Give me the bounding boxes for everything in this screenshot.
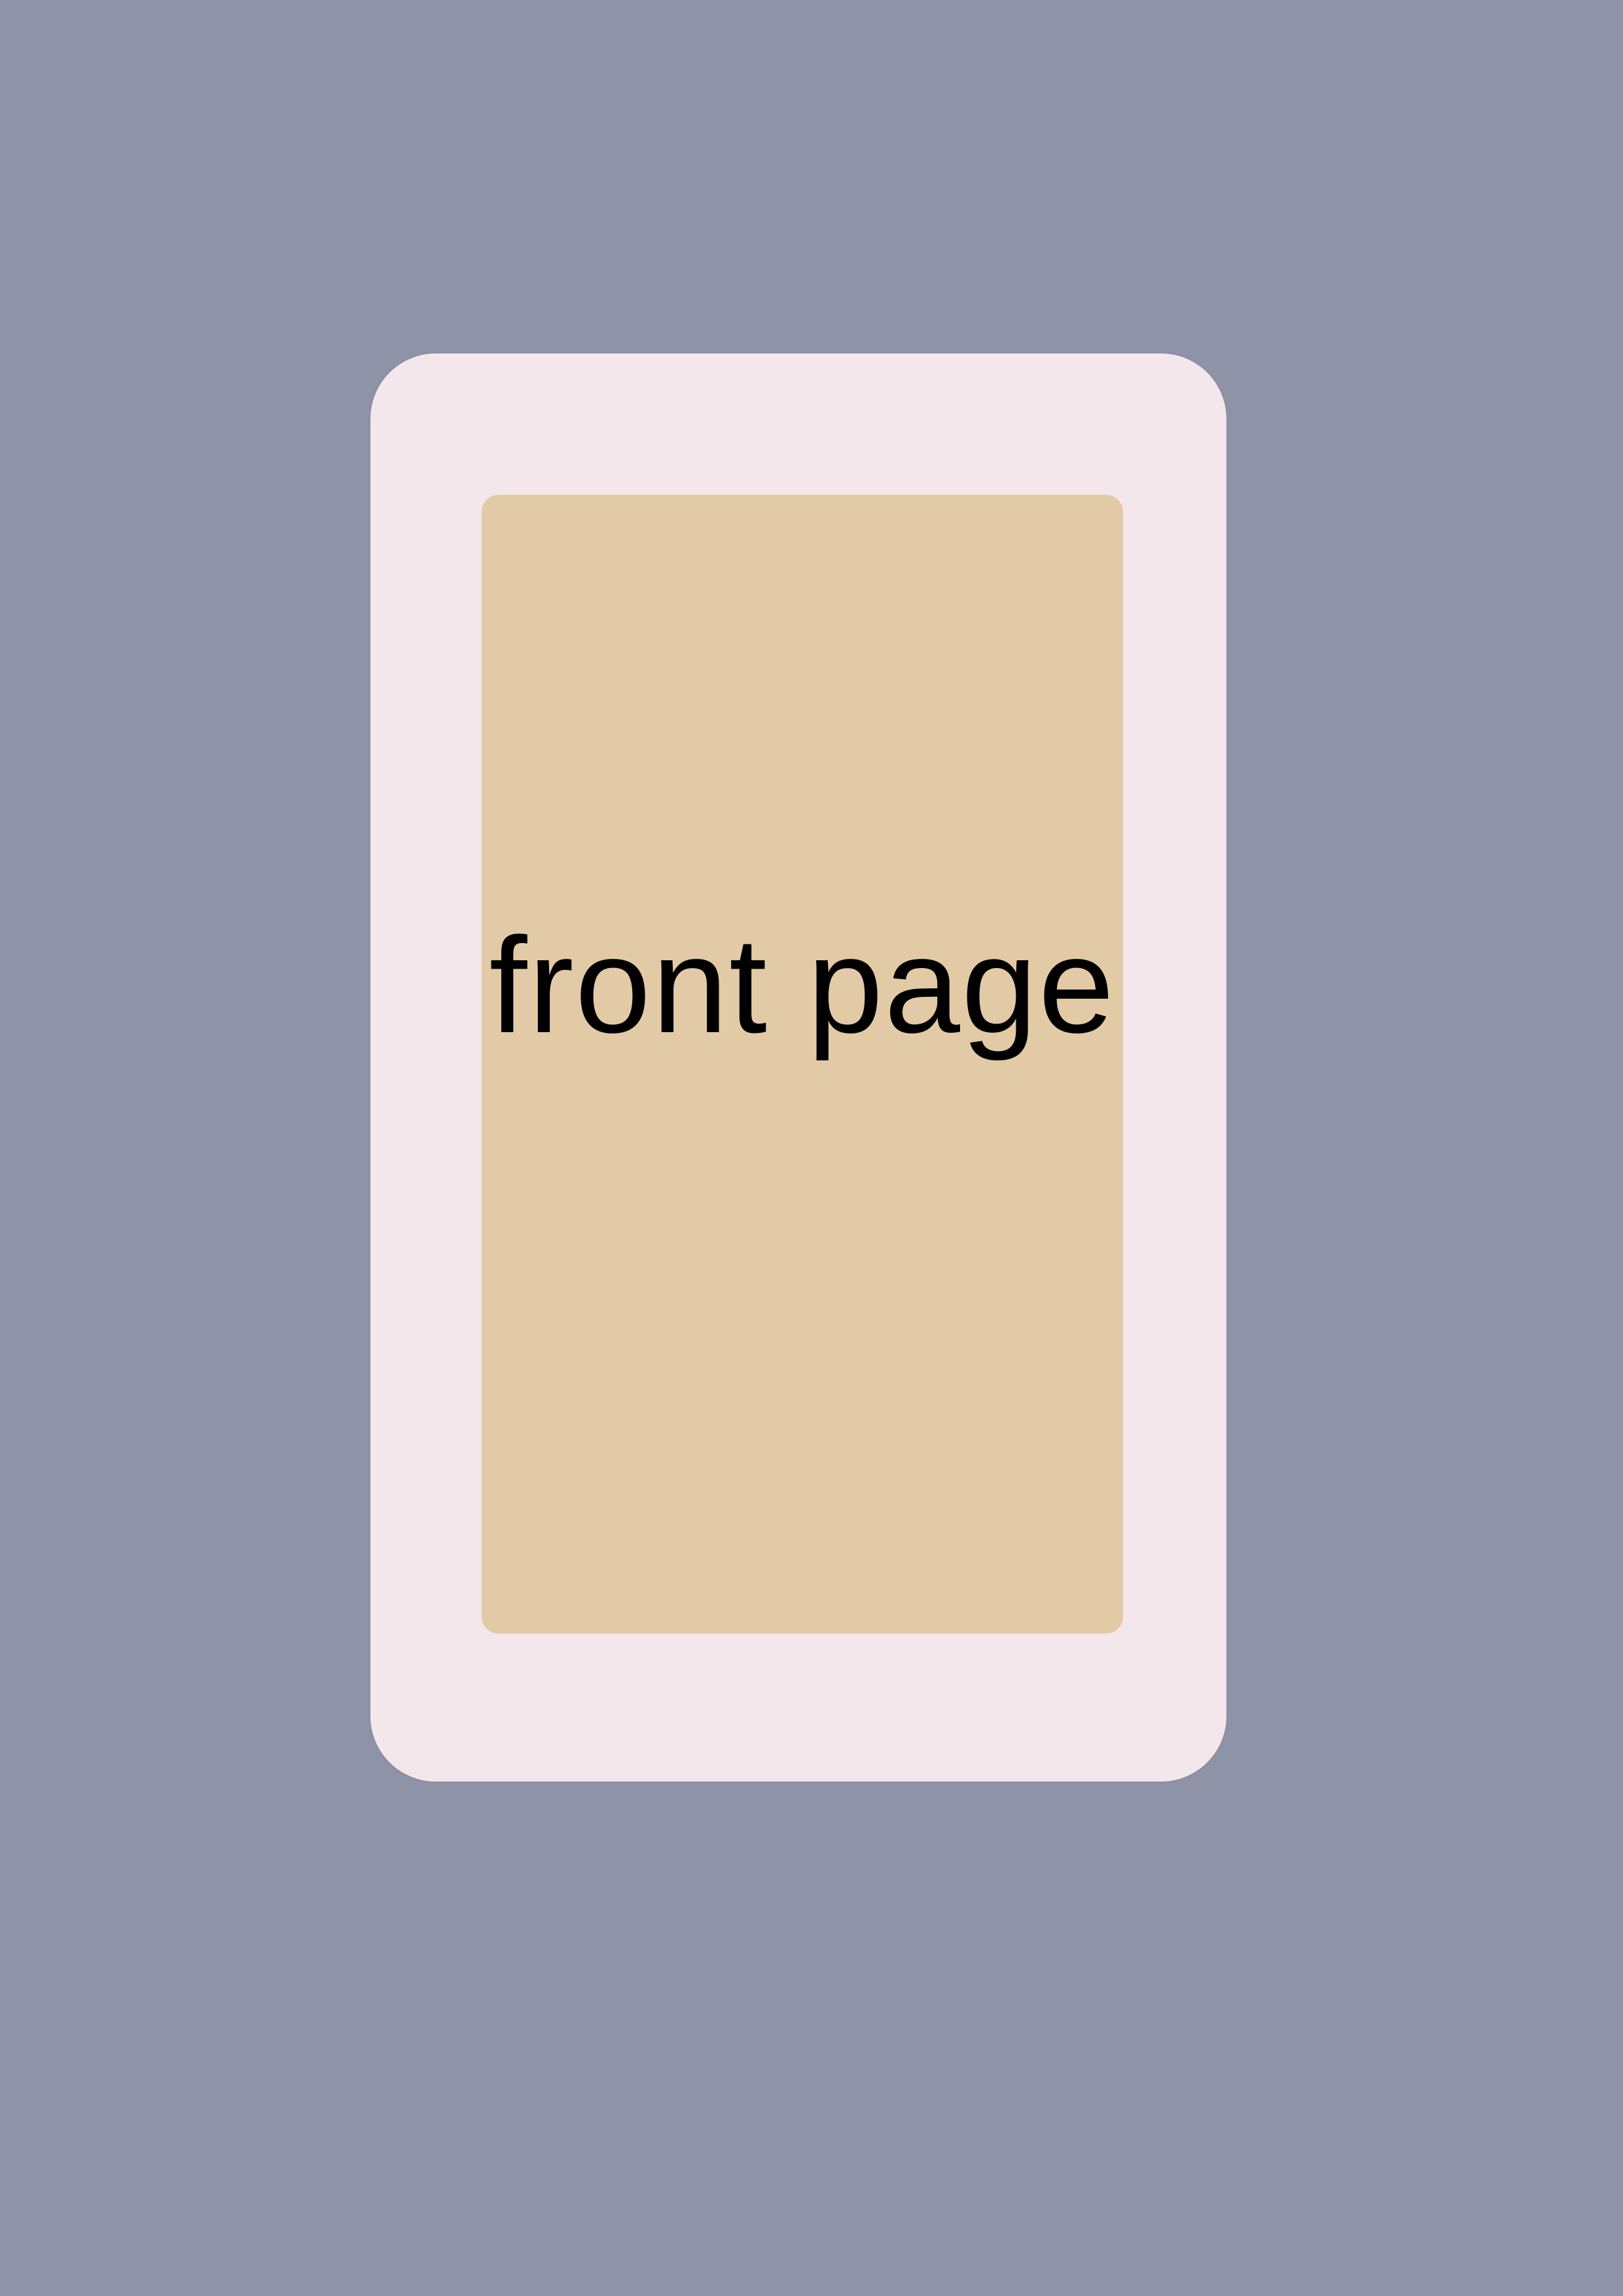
front-page-panel[interactable]: front page: [482, 495, 1123, 1634]
front-page-label: front page: [489, 910, 1116, 1062]
